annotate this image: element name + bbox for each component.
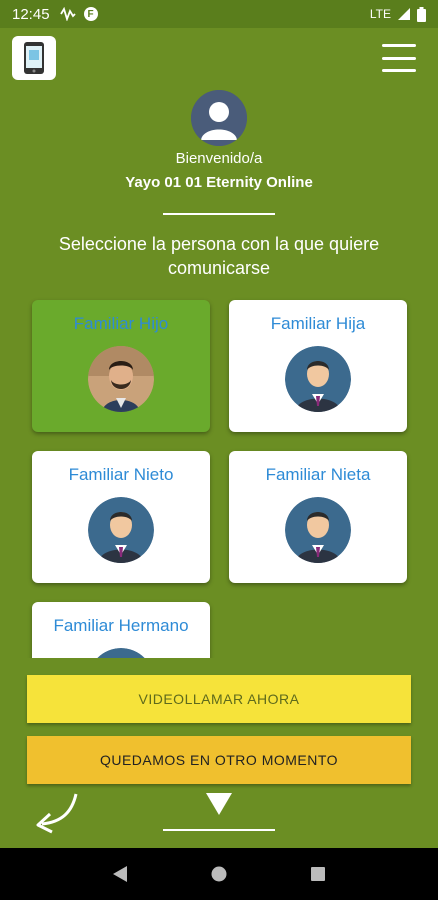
contact-label: Familiar Nieto xyxy=(68,465,174,484)
contacts-grid: Familiar Hijo Familiar Hija Familiar Nie… xyxy=(0,296,438,658)
scroll-down-icon[interactable] xyxy=(204,791,234,817)
contact-card-nieta[interactable]: Familiar Nieta xyxy=(229,451,407,583)
instruction-text: Seleccione la persona con la que quiere … xyxy=(58,234,380,278)
schedule-later-button[interactable]: QUEDAMOS EN OTRO MOMENTO xyxy=(27,736,411,784)
battery-icon xyxy=(417,6,426,22)
user-silhouette-icon xyxy=(191,90,247,146)
contact-card-nieto[interactable]: Familiar Nieto xyxy=(32,451,210,583)
status-time: 12:45 xyxy=(12,5,50,23)
nav-back-icon[interactable] xyxy=(112,865,128,883)
nav-recents-icon[interactable] xyxy=(310,866,326,882)
contact-avatar-icon xyxy=(285,346,351,412)
welcome-text: Bienvenido/a xyxy=(175,150,263,167)
phone-logo-icon xyxy=(24,42,44,74)
contact-label: Familiar Hijo xyxy=(73,314,169,333)
back-arrow-icon[interactable] xyxy=(32,790,80,836)
contact-avatar-icon xyxy=(88,497,154,563)
hamburger-menu-icon[interactable] xyxy=(382,44,416,72)
username: Yayo 01 01 Eternity Online xyxy=(125,174,313,191)
status-bar: 12:45 F LTE xyxy=(0,0,438,28)
divider xyxy=(163,213,275,215)
app-notification-icon: F xyxy=(83,7,98,21)
user-avatar xyxy=(191,90,247,146)
contact-avatar-icon xyxy=(285,497,351,563)
app-logo[interactable] xyxy=(12,36,56,80)
contact-label: Familiar Nieta xyxy=(265,465,371,484)
cell-signal-icon xyxy=(398,8,410,20)
network-type: LTE xyxy=(369,7,391,21)
contact-photo xyxy=(88,346,154,412)
contact-avatar-icon xyxy=(88,648,154,658)
signal-wave-icon xyxy=(59,7,76,21)
contact-card-hijo[interactable]: Familiar Hijo xyxy=(32,300,210,432)
system-nav-bar xyxy=(0,848,438,900)
nav-home-icon[interactable] xyxy=(211,866,227,882)
contact-label: Familiar Hermano xyxy=(53,616,189,635)
video-call-now-button[interactable]: VIDEOLLAMAR AHORA xyxy=(27,675,411,723)
contact-card-hermano[interactable]: Familiar Hermano xyxy=(32,602,210,658)
contact-label: Familiar Hija xyxy=(270,314,366,333)
divider xyxy=(163,829,275,831)
contact-card-hija[interactable]: Familiar Hija xyxy=(229,300,407,432)
